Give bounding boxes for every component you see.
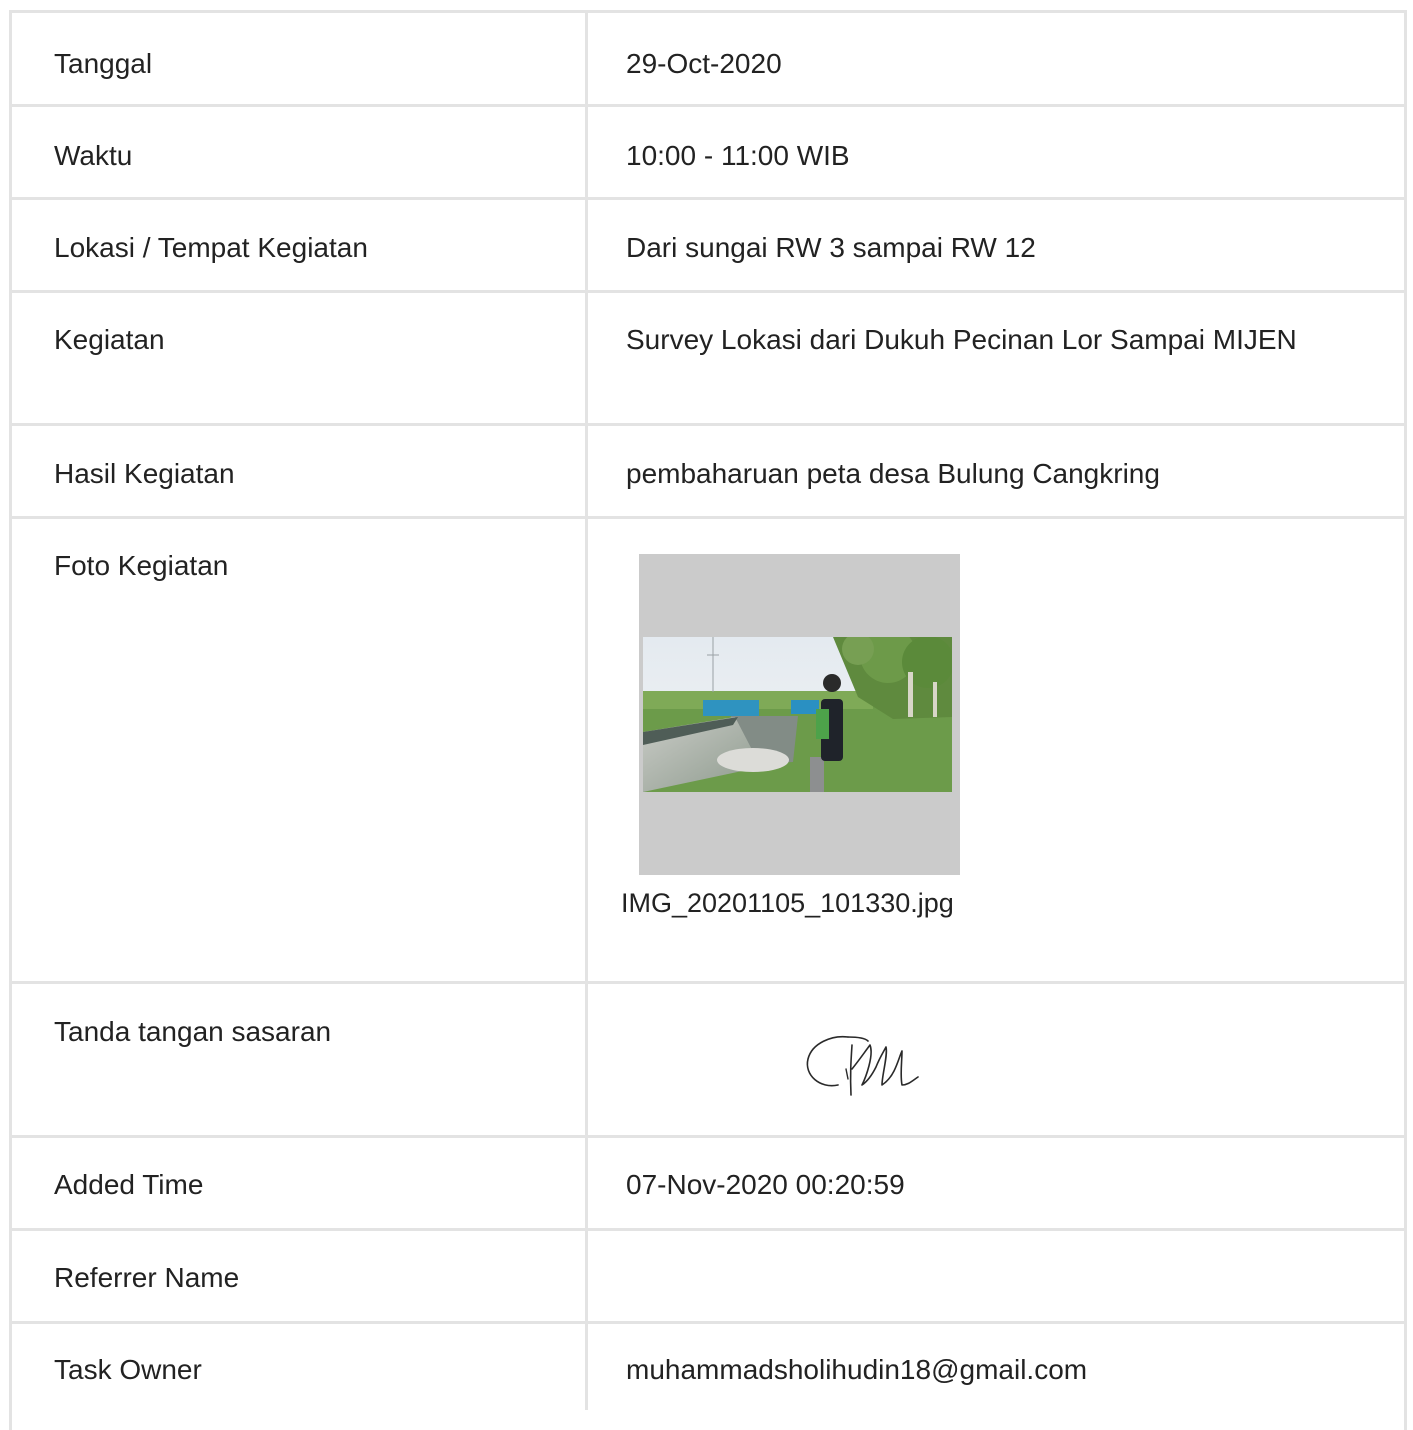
field-value-lokasi: Dari sungai RW 3 sampai RW 12: [626, 232, 1036, 263]
photo-filename[interactable]: IMG_20201105_101330.jpg: [621, 883, 954, 923]
field-label-foto-kegiatan: Foto Kegiatan: [54, 550, 229, 581]
field-label-waktu: Waktu: [54, 140, 133, 171]
field-label-task-owner: Task Owner: [54, 1354, 202, 1385]
column-divider: [585, 10, 588, 1410]
field-label-referrer-name: Referrer Name: [54, 1262, 240, 1293]
field-value-task-owner: muhammadsholihudin18@gmail.com: [626, 1354, 1088, 1385]
signature-image: [790, 1015, 925, 1105]
field-label-tanggal: Tanggal: [54, 48, 153, 79]
field-value-kegiatan: Survey Lokasi dari Dukuh Pecinan Lor Sam…: [626, 324, 1297, 355]
field-label-added-time: Added Time: [54, 1169, 204, 1200]
field-value-hasil-kegiatan: pembaharuan peta desa Bulung Cangkring: [626, 458, 1160, 489]
photo-thumbnail[interactable]: [639, 554, 960, 875]
field-value-added-time: 07-Nov-2020 00:20:59: [626, 1169, 905, 1200]
field-label-lokasi: Lokasi / Tempat Kegiatan: [54, 232, 368, 263]
table-row: [9, 984, 1407, 1138]
field-value-waktu: 10:00 - 11:00 WIB: [626, 140, 850, 171]
field-value-tanggal: 29-Oct-2020: [626, 48, 782, 79]
field-label-tanda-tangan: Tanda tangan sasaran: [54, 1016, 332, 1047]
activity-photo: [643, 637, 952, 792]
field-label-kegiatan: Kegiatan: [54, 324, 165, 355]
field-label-hasil-kegiatan: Hasil Kegiatan: [54, 458, 235, 489]
